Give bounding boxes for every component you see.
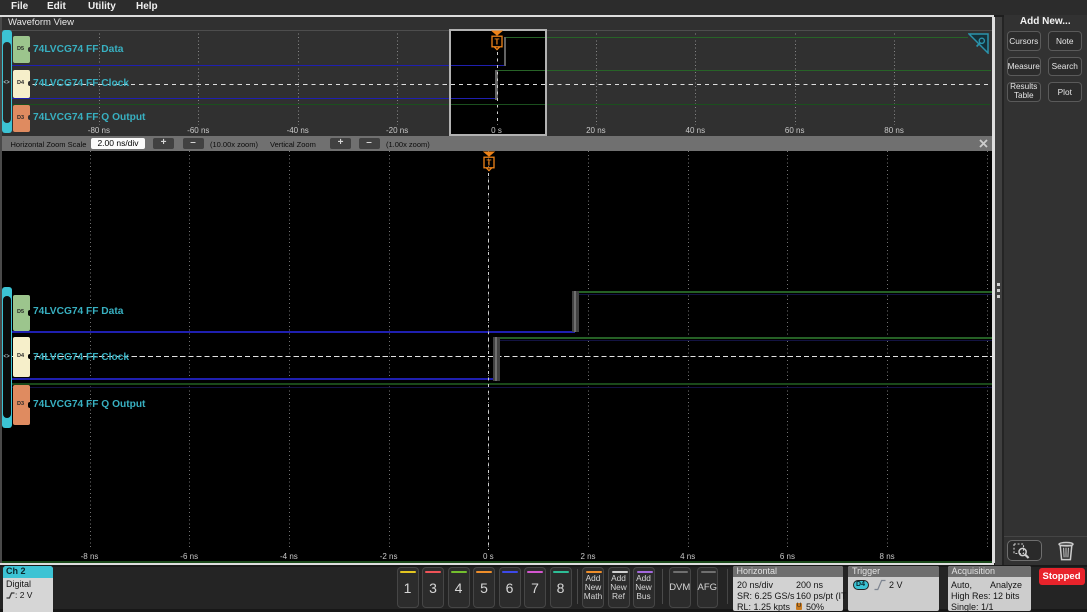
svg-text:T: T	[487, 158, 492, 167]
svg-text:T: T	[494, 37, 499, 46]
